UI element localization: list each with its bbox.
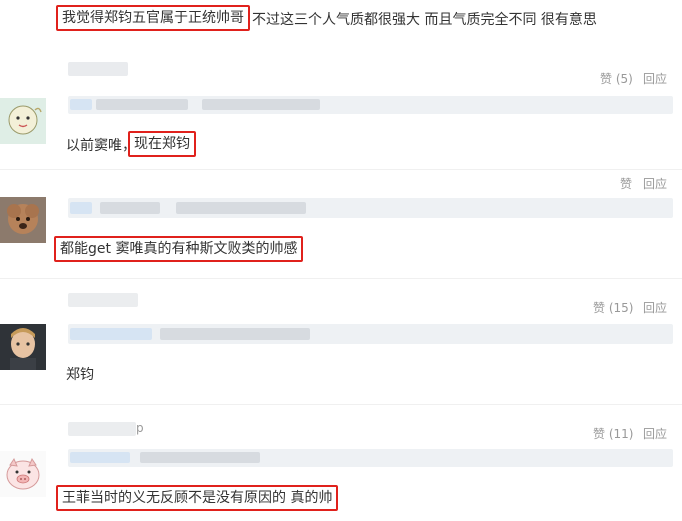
quoted-snippet-blurred xyxy=(96,99,188,110)
top-comment-highlight: 我觉得郑钧五官属于正统帅哥 xyxy=(56,5,250,31)
reply-button[interactable]: 回应 xyxy=(643,70,667,87)
reply-button[interactable]: 回应 xyxy=(643,299,667,316)
quoted-link-blurred xyxy=(70,202,92,214)
quoted-snippet-blurred xyxy=(100,202,160,214)
avatar[interactable] xyxy=(0,451,46,497)
username-blurred xyxy=(68,422,136,436)
username-blurred xyxy=(68,62,128,76)
avatar[interactable] xyxy=(0,98,46,144)
divider xyxy=(0,278,682,279)
username[interactable]: p xyxy=(136,421,144,435)
quoted-snippet-blurred xyxy=(140,452,260,463)
reply-button[interactable]: 回应 xyxy=(643,425,667,442)
divider xyxy=(0,169,682,170)
quoted-snippet-blurred xyxy=(176,202,306,214)
reply-button[interactable]: 回应 xyxy=(643,175,667,192)
like-button[interactable]: 赞 (15) xyxy=(593,299,633,316)
quoted-snippet-blurred xyxy=(202,99,320,110)
comment-text-highlight: 王菲当时的义无反顾不是没有原因的 真的帅 xyxy=(56,485,339,511)
comment-text-highlight: 现在郑钧 xyxy=(128,131,196,157)
comment-text-highlight: 都能get 窦唯真的有种斯文败类的帅感 xyxy=(54,236,304,262)
like-button[interactable]: 赞 (11) xyxy=(593,425,633,442)
comment-text: 郑钧 xyxy=(66,367,94,383)
avatar[interactable] xyxy=(0,197,46,243)
quoted-link-blurred xyxy=(70,328,152,340)
top-comment-rest: 不过这三个人气质都很强大 而且气质完全不同 很有意思 xyxy=(252,12,597,28)
avatar[interactable] xyxy=(0,324,46,370)
quoted-text-blurred xyxy=(68,324,673,344)
username-blurred xyxy=(68,293,138,307)
like-button[interactable]: 赞 (5) xyxy=(600,70,633,87)
like-button[interactable]: 赞 xyxy=(620,175,632,192)
divider xyxy=(0,404,682,405)
quoted-link-blurred xyxy=(70,99,92,110)
comment-text: 以前窦唯， xyxy=(66,138,136,154)
quoted-snippet-blurred xyxy=(160,328,310,340)
quoted-link-blurred xyxy=(70,452,130,463)
